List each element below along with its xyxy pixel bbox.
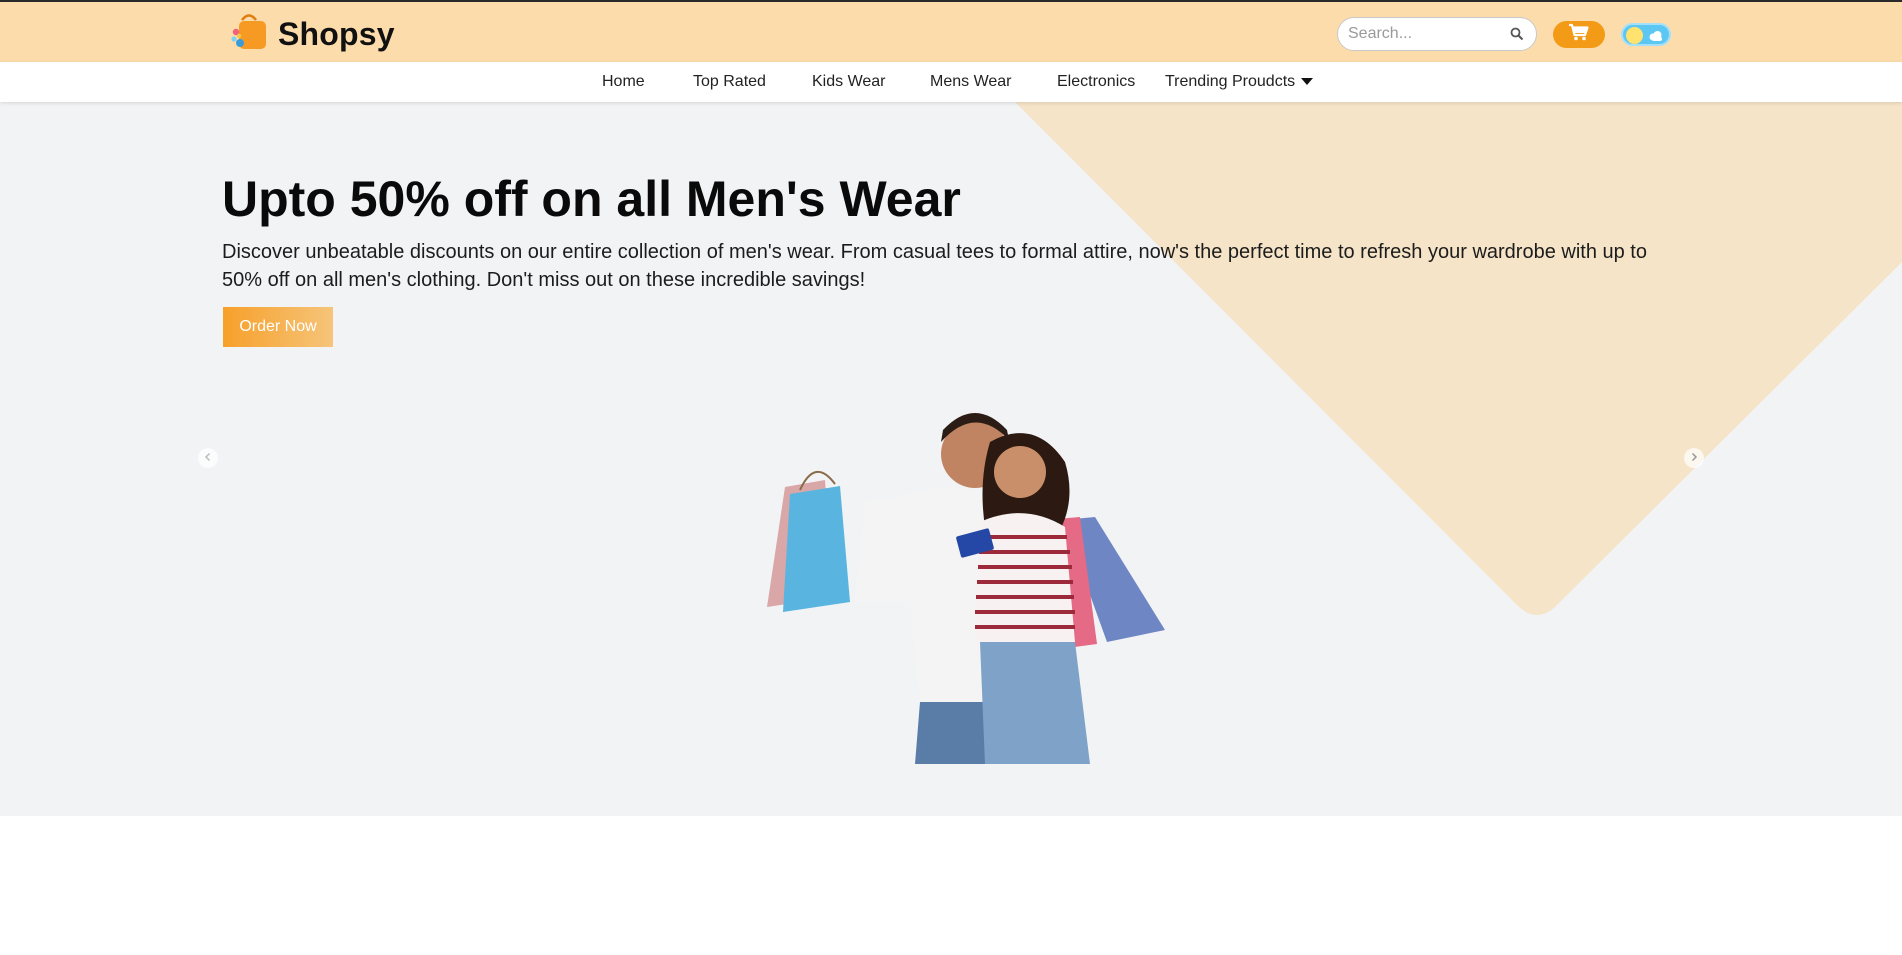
chevron-right-icon <box>1689 449 1699 467</box>
hero-description: Discover unbeatable discounts on our ent… <box>222 241 1647 291</box>
cloud-icon <box>1648 29 1664 47</box>
search-icon[interactable] <box>1510 27 1524 46</box>
hero-banner: Upto 50% off on all Men's Wear Discover … <box>0 102 1902 816</box>
chevron-left-icon <box>203 449 213 467</box>
cart-button[interactable] <box>1553 21 1605 48</box>
nav-item-home[interactable]: Home <box>602 73 645 91</box>
order-now-button[interactable]: Order Now <box>223 307 333 347</box>
nav-item-electronics[interactable]: Electronics <box>1057 73 1135 91</box>
sun-icon <box>1626 27 1643 44</box>
brand-logo[interactable]: Shopsy <box>230 12 395 57</box>
search-input[interactable] <box>1348 18 1508 50</box>
nav-item-top-rated[interactable]: Top Rated <box>693 73 766 91</box>
caret-down-icon <box>1301 73 1314 91</box>
nav-item-trending-label: Trending Proudcts <box>1165 73 1296 91</box>
cart-icon <box>1568 23 1590 46</box>
carousel-prev-button[interactable] <box>198 448 218 468</box>
search-box <box>1337 17 1537 51</box>
hero-title: Upto 50% off on all Men's Wear <box>222 171 961 227</box>
nav-item-trending-products[interactable]: Trending Proudcts <box>1165 73 1314 91</box>
couple-with-shopping-bags-image <box>767 413 1165 764</box>
nav-item-kids-wear[interactable]: Kids Wear <box>812 73 886 91</box>
top-header: Shopsy <box>0 0 1902 62</box>
carousel-next-button[interactable] <box>1684 448 1704 468</box>
nav-item-mens-wear[interactable]: Mens Wear <box>930 73 1012 91</box>
shopping-bag-logo-icon <box>230 12 270 57</box>
theme-toggle[interactable] <box>1621 23 1671 46</box>
main-nav: Home Top Rated Kids Wear Mens Wear Elect… <box>0 62 1902 102</box>
brand-name: Shopsy <box>278 15 395 52</box>
